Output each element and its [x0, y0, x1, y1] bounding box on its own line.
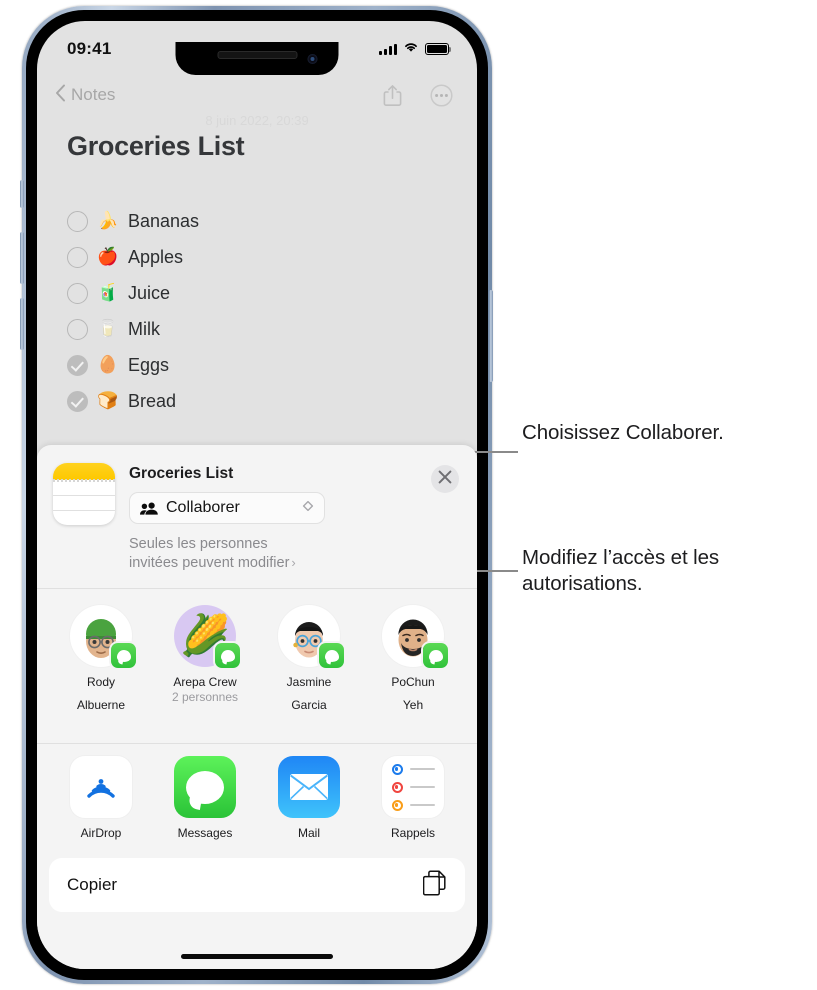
list-item[interactable]: 🍌 Bananas — [67, 203, 457, 239]
contact-item[interactable]: PoChun Yeh — [361, 605, 465, 713]
back-to-notes-button[interactable]: Notes — [55, 84, 115, 107]
contact-name-line1: Jasmine — [286, 675, 332, 690]
app-share-target[interactable]: Rappels — [361, 756, 465, 840]
share-icon[interactable] — [383, 84, 402, 107]
app-name: Messages — [177, 826, 233, 841]
page-title: Groceries List — [67, 131, 245, 161]
status-time: 09:41 — [67, 39, 112, 58]
messages-badge — [111, 643, 136, 669]
messages-badge — [319, 643, 344, 669]
home-indicator[interactable] — [181, 954, 333, 959]
wifi-icon — [403, 40, 419, 58]
chevron-right-icon: › — [291, 554, 296, 570]
contact-name-line2: Albuerne — [76, 698, 126, 713]
item-label: Bread — [128, 390, 177, 411]
phone-screen: 09:41 Notes 8 juin 2022, 20:39 Groceries… — [37, 21, 477, 969]
item-emoji: 🍞 — [97, 391, 119, 410]
item-label: Bananas — [128, 210, 200, 231]
contact-name-line1: PoChun — [391, 675, 435, 690]
item-emoji: 🍎 — [97, 247, 119, 266]
dropdown-value: Collaborer — [166, 499, 240, 516]
notes-app-icon — [53, 463, 115, 525]
permission-row[interactable]: Seules les personnes invitées peuvent mo… — [37, 525, 477, 572]
reminders-icon — [382, 756, 444, 819]
action-label: Copier — [67, 875, 118, 895]
apps-row: AirDrop Messages Mail Rappels — [37, 744, 477, 852]
up-down-chevron-icon — [302, 500, 314, 517]
cellular-bars-icon — [379, 43, 397, 55]
checkbox-unchecked[interactable] — [67, 246, 88, 268]
more-ellipsis-icon[interactable] — [430, 83, 453, 107]
front-camera — [307, 54, 318, 64]
checkbox-unchecked[interactable] — [67, 282, 88, 304]
checkbox-checked[interactable] — [67, 390, 88, 412]
app-name: Mail — [297, 826, 320, 841]
close-x-icon — [438, 470, 452, 489]
messages-icon — [174, 756, 236, 819]
silent-switch[interactable] — [20, 180, 24, 208]
collaborate-dropdown[interactable]: Collaborer — [129, 492, 325, 524]
list-item[interactable]: 🥛 Milk — [67, 311, 457, 347]
callout-text-2: Modifiez l’accès et les autorisations. — [522, 546, 720, 595]
app-name: Rappels — [390, 826, 436, 841]
people-icon — [140, 502, 158, 515]
copy-action-row[interactable]: Copier — [49, 858, 465, 912]
phone-notch — [175, 42, 339, 75]
share-item-title: Groceries List — [129, 465, 234, 482]
back-button-label: Notes — [71, 85, 116, 104]
app-share-target[interactable]: Messages — [153, 756, 257, 840]
item-label: Milk — [128, 318, 160, 339]
chevron-left-icon — [55, 84, 66, 107]
contact-name-line2: Yeh — [402, 698, 424, 713]
messages-badge — [423, 643, 448, 669]
list-item[interactable]: 🥚 Eggs — [67, 347, 457, 383]
volume-down-button[interactable] — [20, 298, 24, 350]
item-label: Eggs — [128, 354, 170, 375]
list-item[interactable]: 🧃 Juice — [67, 275, 457, 311]
permission-label: Seules les personnes invitées peuvent mo… — [129, 535, 319, 572]
contact-item[interactable]: Jasmine Garcia — [257, 605, 361, 713]
list-item[interactable]: 🍎 Apples — [67, 239, 457, 275]
status-icons — [379, 40, 452, 58]
close-button[interactable] — [431, 465, 459, 493]
checkbox-unchecked[interactable] — [67, 210, 88, 232]
callout-text-1: Choisissez Collaborer. — [522, 421, 724, 444]
app-share-target[interactable]: Mail — [257, 756, 361, 840]
item-emoji: 🥛 — [97, 319, 119, 338]
checklist: 🍌 Bananas 🍎 Apples 🧃 Juice 🥛 Milk 🥚 Eggs… — [67, 203, 457, 419]
contact-item[interactable]: 🌽 Arepa Crew 2 personnes — [153, 605, 257, 713]
earpiece-speaker — [217, 51, 297, 59]
volume-up-button[interactable] — [20, 232, 24, 284]
note-nav-actions — [383, 83, 453, 107]
note-date: 8 juin 2022, 20:39 — [205, 113, 309, 128]
checkbox-unchecked[interactable] — [67, 318, 88, 340]
item-emoji: 🥚 — [97, 355, 119, 374]
list-item[interactable]: 🍞 Bread — [67, 383, 457, 419]
note-navigation-bar: Notes — [37, 75, 477, 115]
power-button[interactable] — [489, 290, 493, 382]
contacts-row: Rody Albuerne 🌽 Arepa Crew 2 personnes J… — [37, 589, 477, 727]
permission-text: Seules les personnes invitées peuvent mo… — [129, 536, 290, 571]
contact-name-line1: Arepa Crew — [173, 675, 237, 690]
actions-list: Copier — [49, 858, 465, 913]
share-sheet-header: Groceries List Collaborer — [37, 445, 477, 525]
copy-documents-icon — [422, 870, 447, 901]
contact-item[interactable]: Rody Albuerne — [49, 605, 153, 713]
item-label: Juice — [128, 282, 171, 303]
contact-name-line1: Rody — [86, 675, 115, 690]
item-label: Apples — [128, 246, 184, 267]
contact-subtitle: 2 personnes — [171, 690, 239, 705]
airdrop-icon — [70, 756, 132, 819]
app-share-target[interactable]: AirDrop — [49, 756, 153, 840]
mail-icon — [278, 756, 340, 819]
share-sheet: Groceries List Collaborer Seules les per… — [37, 445, 477, 969]
checkbox-checked[interactable] — [67, 354, 88, 376]
app-name: AirDrop — [80, 826, 122, 841]
item-emoji: 🧃 — [97, 283, 119, 302]
item-emoji: 🍌 — [97, 211, 119, 230]
battery-full-icon — [425, 43, 452, 55]
contact-name-line2: Garcia — [291, 698, 327, 713]
messages-badge — [215, 643, 240, 669]
